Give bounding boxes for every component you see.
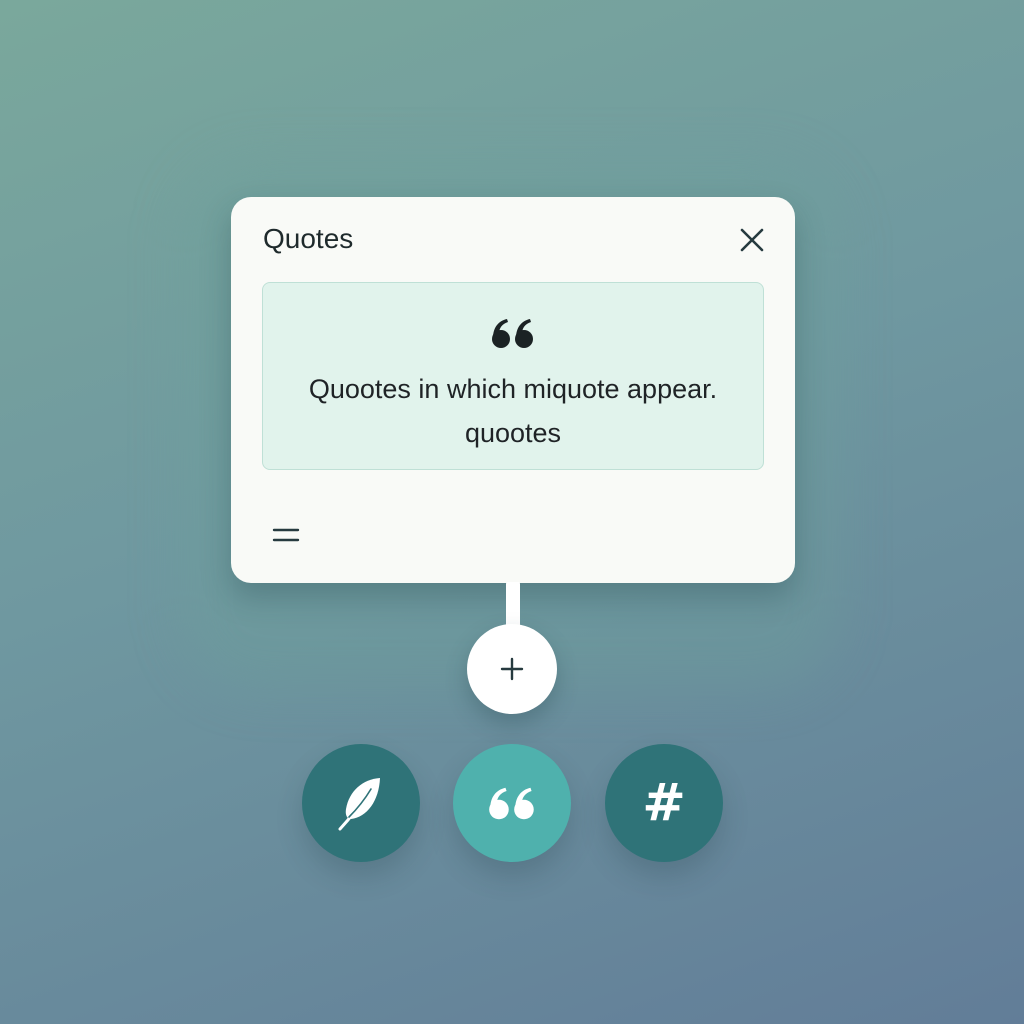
- quotes-panel: Quotes Quootes in which miquote appear. …: [231, 197, 795, 583]
- feather-icon: [338, 778, 380, 831]
- close-icon: [740, 228, 764, 252]
- quote-button[interactable]: [453, 744, 571, 862]
- menu-icon: [272, 528, 300, 542]
- add-button[interactable]: [467, 624, 557, 714]
- connector-stem: [506, 582, 520, 630]
- panel-title: Quotes: [263, 223, 354, 254]
- feather-button[interactable]: [302, 744, 420, 862]
- close-button[interactable]: [735, 223, 769, 257]
- quote-text: Quootes in which miquote appear. quootes: [308, 374, 718, 448]
- hash-icon: #: [642, 773, 686, 833]
- quote-card: Quootes in which miquote appear. quootes: [262, 282, 764, 470]
- quote-icon: [489, 787, 534, 820]
- quote-mark-icon: [263, 317, 763, 349]
- hashtag-button[interactable]: #: [605, 744, 723, 862]
- menu-button[interactable]: [269, 521, 303, 549]
- plus-icon: [500, 657, 524, 681]
